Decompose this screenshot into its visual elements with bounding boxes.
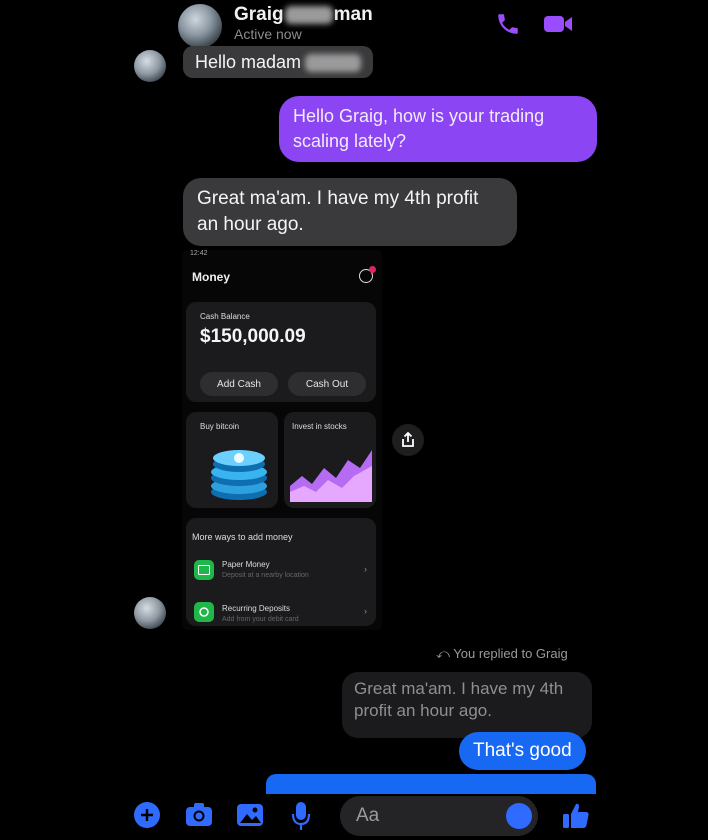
active-status: Active now bbox=[234, 26, 302, 42]
contact-avatar[interactable] bbox=[178, 4, 222, 48]
paper-money-sub: Deposit at a nearby location bbox=[222, 572, 309, 579]
message-text: That's good bbox=[473, 740, 572, 761]
reply-indicator: ⤺ You replied to Graig bbox=[436, 646, 568, 662]
shared-image[interactable]: 12:42 Money Cash Balance $150,000.09 Add… bbox=[182, 250, 382, 630]
camera-icon[interactable] bbox=[183, 800, 215, 830]
message-text: Hello Graig, how is your trading scaling… bbox=[293, 106, 545, 151]
more-ways-card: More ways to add money Paper Money Depos… bbox=[186, 518, 376, 626]
chevron-right-icon: › bbox=[364, 606, 367, 616]
message-bubble-outgoing-partial bbox=[266, 774, 596, 794]
message-input-placeholder: Aa bbox=[356, 805, 380, 826]
balance-value: $150,000.09 bbox=[200, 326, 306, 347]
microphone-icon[interactable] bbox=[288, 800, 314, 832]
message-bubble-outgoing[interactable]: That's good bbox=[459, 732, 586, 770]
stocks-chart-icon bbox=[290, 446, 372, 502]
paper-money-icon bbox=[194, 560, 214, 580]
gallery-icon[interactable] bbox=[234, 800, 266, 830]
reply-indicator-text: You replied to Graig bbox=[453, 646, 568, 661]
buy-bitcoin-label: Buy bitcoin bbox=[200, 422, 240, 431]
quoted-message[interactable]: Great ma'am. I have my 4th profit an hou… bbox=[342, 672, 592, 738]
more-ways-title: More ways to add money bbox=[192, 532, 293, 542]
image-time: 12:42 bbox=[190, 250, 208, 257]
phone-icon[interactable] bbox=[494, 10, 522, 38]
chevron-right-icon: › bbox=[364, 564, 367, 574]
image-title: Money bbox=[192, 270, 231, 284]
cash-out-button: Cash Out bbox=[288, 372, 366, 396]
message-bubble-incoming[interactable]: Great ma'am. I have my 4th profit an hou… bbox=[183, 178, 517, 246]
thumbs-up-icon[interactable] bbox=[560, 800, 592, 832]
reply-arrow-icon: ⤺ bbox=[436, 646, 450, 661]
add-cash-button: Add Cash bbox=[200, 372, 278, 396]
paper-money-label: Paper Money bbox=[222, 560, 270, 569]
sender-avatar bbox=[134, 50, 166, 82]
buy-bitcoin-card: Buy bitcoin bbox=[186, 412, 278, 508]
video-call-icon[interactable] bbox=[541, 10, 575, 38]
invest-stocks-label: Invest in stocks bbox=[292, 422, 347, 431]
cash-balance-card: Cash Balance $150,000.09 Add Cash Cash O… bbox=[186, 302, 376, 402]
redacted-text bbox=[305, 54, 362, 73]
recurring-label: Recurring Deposits bbox=[222, 604, 291, 613]
message-text: Hello madam bbox=[195, 52, 302, 72]
sender-avatar bbox=[134, 597, 166, 629]
balance-label: Cash Balance bbox=[200, 312, 250, 321]
notification-dot bbox=[369, 266, 376, 273]
contact-name-tail: man bbox=[333, 4, 373, 25]
message-bubble-outgoing[interactable]: Hello Graig, how is your trading scaling… bbox=[279, 96, 597, 162]
contact-name-first: Graig bbox=[234, 4, 284, 25]
invest-stocks-card: Invest in stocks bbox=[284, 412, 376, 508]
plus-icon[interactable] bbox=[134, 802, 160, 828]
recurring-deposits-icon bbox=[194, 602, 214, 622]
message-bubble-incoming[interactable]: Hello madam bbox=[183, 46, 374, 78]
recurring-sub: Add from your debit card bbox=[222, 616, 299, 623]
message-input[interactable]: Aa bbox=[340, 796, 538, 836]
message-text: Great ma'am. I have my 4th profit an hou… bbox=[197, 188, 479, 235]
share-icon[interactable] bbox=[392, 424, 424, 456]
contact-name[interactable]: Graig man bbox=[234, 4, 373, 26]
quoted-text: Great ma'am. I have my 4th profit an hou… bbox=[354, 679, 564, 720]
emoji-icon[interactable] bbox=[506, 803, 532, 829]
redacted-surname bbox=[284, 5, 333, 24]
bitcoin-stack-icon bbox=[208, 446, 270, 502]
